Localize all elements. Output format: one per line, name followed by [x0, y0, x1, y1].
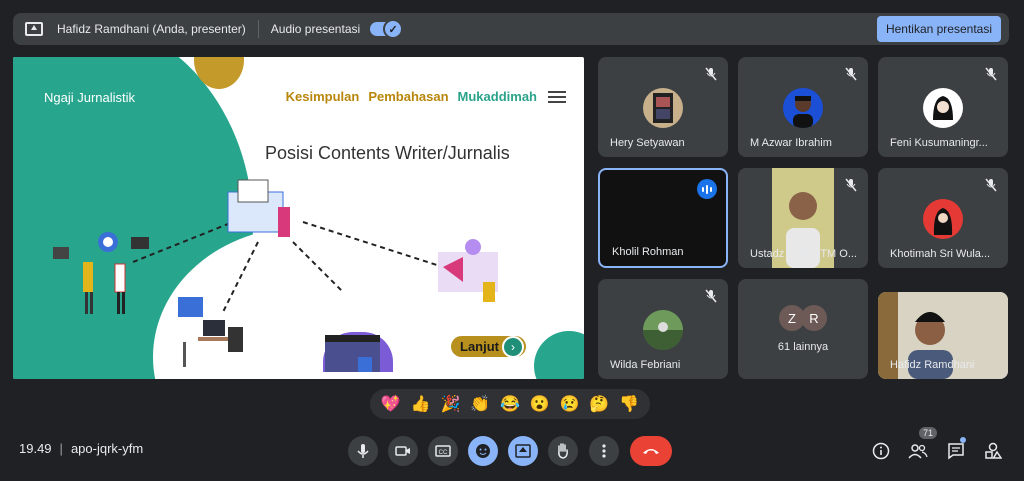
chat-button[interactable] [945, 440, 967, 462]
people-icon [908, 444, 928, 459]
check-icon: ✓ [383, 19, 404, 39]
shapes-icon [985, 442, 1002, 459]
divider [257, 20, 259, 38]
chat-notification-dot [960, 437, 966, 443]
participant-tile[interactable]: M Azwar Ibrahim [738, 57, 868, 157]
slide-decoration [534, 331, 584, 379]
clock-time: 19.49 [19, 441, 52, 456]
hand-icon [558, 443, 568, 459]
reaction-thumbs-up[interactable]: 👍 [411, 394, 431, 414]
reaction-heart[interactable]: 💖 [381, 394, 401, 414]
presentation-slide: Ngaji Jurnalistik Kesimpulan Pembahasan … [13, 57, 584, 379]
avatar-initial: R [801, 305, 827, 331]
others-count-label: 61 lainnya [777, 341, 829, 353]
participant-tile-active-speaker[interactable]: Kholil Rohman [598, 168, 728, 268]
participant-tile[interactable]: Hery Setyawan [598, 57, 728, 157]
speaking-indicator-icon [697, 179, 717, 199]
reactions-button[interactable] [468, 436, 498, 466]
mic-off-icon [845, 178, 857, 192]
participant-name: Wilda Febriani [610, 359, 681, 371]
audio-presentation-toggle[interactable]: ✓ [370, 19, 404, 39]
activities-button[interactable] [982, 440, 1004, 462]
reaction-surprised[interactable]: 😮 [530, 394, 550, 414]
participant-name: Feni Kusumaningr... [890, 137, 988, 149]
participant-name: Ustadz Yahya TM O... [750, 248, 857, 260]
reaction-party[interactable]: 🎉 [440, 394, 460, 414]
reaction-thinking[interactable]: 🤔 [589, 394, 609, 414]
present-screen-icon [25, 22, 43, 36]
avatar [783, 88, 823, 128]
reaction-laugh[interactable]: 😂 [500, 394, 520, 414]
more-vert-icon [602, 444, 606, 458]
camera-icon [395, 446, 410, 456]
participant-name: Hery Setyawan [610, 137, 685, 149]
participant-name: Hafidz Ramdhani [890, 359, 975, 371]
presenting-bar: Hafidz Ramdhani (Anda, presenter) Audio … [13, 13, 1009, 45]
participant-name: M Azwar Ibrahim [750, 137, 832, 149]
chevron-right-icon[interactable]: › [502, 336, 524, 358]
avatar [923, 199, 963, 239]
captions-button[interactable]: CC [428, 436, 458, 466]
audio-presentation-label: Audio presentasi [270, 22, 361, 36]
avatar [643, 88, 683, 128]
meeting-info: 19.49 | apo-jqrk-yfm [19, 441, 143, 456]
chat-icon [948, 443, 964, 460]
others-tile[interactable]: Z R 61 lainnya [738, 279, 868, 379]
avatar [643, 310, 683, 350]
reaction-sad[interactable]: 😢 [560, 394, 580, 414]
slide-nav: Kesimpulan Pembahasan Mukaddimah [286, 89, 566, 104]
people-button[interactable] [907, 440, 929, 462]
mic-off-icon [985, 67, 997, 81]
hang-up-icon [643, 449, 659, 454]
participant-name: Kholil Rohman [612, 246, 684, 258]
present-now-button[interactable] [508, 436, 538, 466]
reaction-clap[interactable]: 👏 [470, 394, 490, 414]
participant-tile[interactable]: Feni Kusumaningr... [878, 57, 1008, 157]
slide-heading: Posisi Contents Writer/Jurnalis [265, 143, 510, 163]
mic-off-icon [705, 67, 717, 81]
slide-nav-pembahasan[interactable]: Pembahasan [368, 89, 448, 104]
mic-icon [357, 444, 369, 458]
participant-name: Khotimah Sri Wula... [890, 248, 991, 260]
camera-button[interactable] [388, 436, 418, 466]
avatar [923, 88, 963, 128]
presenter-label: Hafidz Ramdhani (Anda, presenter) [57, 22, 246, 36]
mic-off-icon [705, 289, 717, 303]
svg-text:CC: CC [439, 450, 448, 456]
mic-off-icon [845, 67, 857, 81]
divider: | [59, 441, 63, 456]
captions-icon: CC [435, 445, 451, 457]
participant-tile[interactable]: Ustadz Yahya TM O... [738, 168, 868, 268]
participant-tile[interactable]: Wilda Febriani [598, 279, 728, 379]
participant-tile[interactable]: Khotimah Sri Wula... [878, 168, 1008, 268]
slide-nav-mukaddimah[interactable]: Mukaddimah [458, 89, 537, 104]
slide-brand: Ngaji Jurnalistik [44, 90, 136, 105]
reaction-thumbs-down[interactable]: 👎 [619, 394, 639, 414]
self-view-tile[interactable]: Hafidz Ramdhani [878, 292, 1008, 379]
slide-nav-kesimpulan[interactable]: Kesimpulan [286, 89, 360, 104]
mic-off-icon [985, 178, 997, 192]
raise-hand-button[interactable] [548, 436, 578, 466]
present-screen-icon [515, 444, 531, 458]
meeting-code: apo-jqrk-yfm [70, 441, 144, 456]
leave-call-button[interactable] [630, 436, 672, 466]
more-options-button[interactable] [589, 436, 619, 466]
microphone-button[interactable] [348, 436, 378, 466]
menu-icon[interactable] [548, 90, 566, 103]
reactions-bar: 💖 👍 🎉 👏 😂 😮 😢 🤔 👎 [370, 389, 650, 419]
slide-illustration [53, 179, 498, 372]
stop-presenting-button[interactable]: Hentikan presentasi [876, 16, 1001, 42]
info-icon [872, 442, 890, 460]
meeting-details-button[interactable] [870, 440, 892, 462]
emoji-icon [476, 444, 490, 458]
participant-count-badge: 71 [919, 427, 938, 439]
